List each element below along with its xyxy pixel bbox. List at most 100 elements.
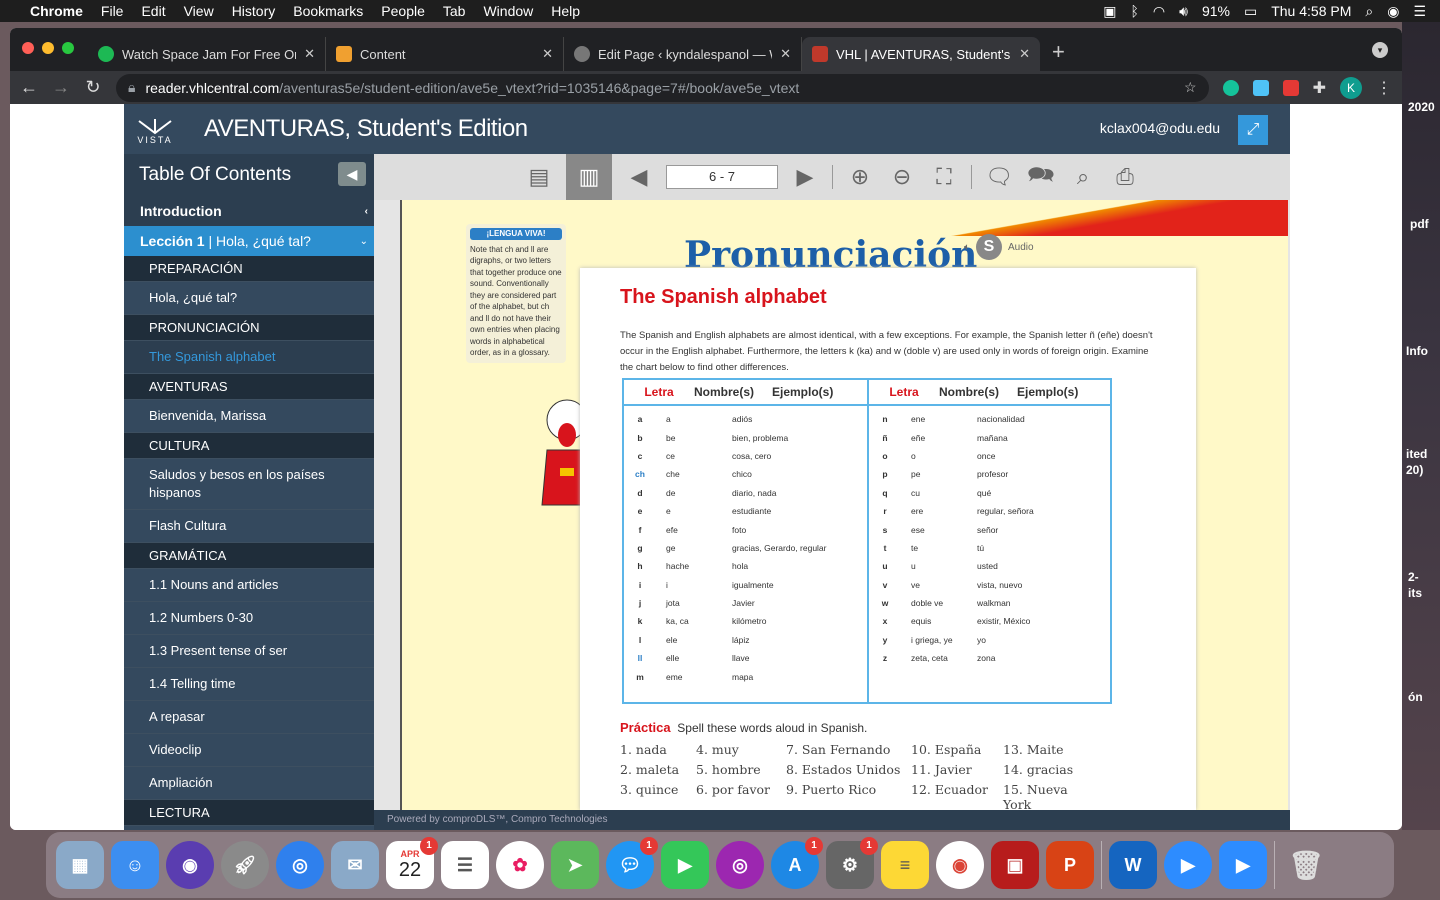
- preview-app-icon[interactable]: ▦: [56, 841, 104, 889]
- grammarly-icon[interactable]: [1222, 79, 1239, 96]
- zoom-window-button[interactable]: [62, 42, 74, 54]
- spotlight-icon[interactable]: ⌕: [1365, 3, 1373, 20]
- photo-booth-icon[interactable]: ▣: [991, 841, 1039, 889]
- prev-page-icon[interactable]: ◀: [624, 164, 654, 190]
- toc-item[interactable]: Teléfonos importantes y direcciones elec…: [124, 826, 374, 830]
- finder-icon[interactable]: ☺: [111, 841, 159, 889]
- bookmark-star-icon[interactable]: ☆: [1184, 79, 1197, 96]
- minimize-window-button[interactable]: [42, 42, 54, 54]
- close-tab-icon[interactable]: ✕: [542, 46, 553, 62]
- fit-page-icon[interactable]: ⛶: [929, 164, 959, 190]
- close-tab-icon[interactable]: ✕: [1019, 46, 1030, 62]
- tab-edit-page[interactable]: Edit Page ‹ kyndalespanol — W ✕: [564, 37, 802, 71]
- notes-list-icon[interactable]: 🗪︎: [1026, 158, 1056, 196]
- facetime-icon[interactable]: ▶: [661, 841, 709, 889]
- trash-icon[interactable]: 🗑︎: [1282, 841, 1330, 889]
- audio-button[interactable]: 🔈︎ S Audio: [964, 234, 1034, 260]
- zoom-in-icon[interactable]: ⊕: [845, 164, 875, 190]
- toc-item[interactable]: 1.4 Telling time: [124, 668, 374, 701]
- profile-avatar[interactable]: K: [1340, 76, 1362, 99]
- tab-vhl[interactable]: VHL | AVENTURAS, Student's E ✕: [802, 37, 1040, 71]
- menu-file[interactable]: File: [101, 3, 124, 19]
- zoom-meeting-icon[interactable]: ▶: [1219, 841, 1267, 889]
- toc-item[interactable]: 1.1 Nouns and articles: [124, 569, 374, 602]
- collapse-toc-icon[interactable]: ◀: [338, 162, 366, 186]
- menu-help[interactable]: Help: [551, 3, 580, 19]
- page-input[interactable]: 6 - 7: [666, 165, 778, 189]
- podcasts-icon[interactable]: ◎: [716, 841, 764, 889]
- menu-view[interactable]: View: [184, 3, 214, 19]
- chrome-icon[interactable]: ◉: [936, 841, 984, 889]
- close-tab-icon[interactable]: ✕: [780, 46, 791, 62]
- more-menu-icon[interactable]: ⋮: [1376, 78, 1392, 98]
- battery-percent[interactable]: 91%: [1202, 3, 1230, 19]
- bluetooth-icon[interactable]: ᛒ: [1131, 3, 1139, 19]
- siri-app-icon[interactable]: ◉: [166, 841, 214, 889]
- menu-edit[interactable]: Edit: [141, 3, 165, 19]
- powerpoint-icon[interactable]: P: [1046, 841, 1094, 889]
- toc-item[interactable]: The Spanish alphabet: [124, 341, 374, 374]
- reminders-icon[interactable]: ☰: [441, 841, 489, 889]
- user-email[interactable]: kclax004@odu.edu: [1100, 120, 1220, 136]
- toc-item[interactable]: 1.2 Numbers 0-30: [124, 602, 374, 635]
- siri-icon[interactable]: ◉: [1387, 3, 1399, 20]
- toc-item[interactable]: Videoclip: [124, 734, 374, 767]
- next-page-icon[interactable]: ▶: [790, 164, 820, 190]
- toc-lesson-1[interactable]: Lección 1 | Hola, ¿qué tal? ⌄: [124, 226, 374, 256]
- search-icon[interactable]: ⌕: [1068, 164, 1098, 190]
- forward-icon[interactable]: →: [52, 77, 70, 98]
- clock[interactable]: Thu 4:58 PM: [1271, 3, 1351, 19]
- wifi-icon[interactable]: ◠: [1153, 3, 1165, 20]
- back-icon[interactable]: ←: [20, 77, 38, 98]
- toc-item[interactable]: Ampliación: [124, 767, 374, 800]
- print-icon[interactable]: ⎙: [1110, 164, 1140, 190]
- tp-extension-icon[interactable]: [1282, 79, 1299, 96]
- toc-item[interactable]: 1.3 Present tense of ser: [124, 635, 374, 668]
- toc-item[interactable]: A repasar: [124, 701, 374, 734]
- toc-item[interactable]: Hola, ¿qué tal?: [124, 282, 374, 315]
- zoom-icon[interactable]: ▶: [1164, 841, 1212, 889]
- address-bar[interactable]: 🔒︎ reader.vhlcentral.com/aventuras5e/stu…: [116, 73, 1209, 102]
- close-tab-icon[interactable]: ✕: [304, 46, 315, 62]
- menu-history[interactable]: History: [232, 3, 276, 19]
- single-page-icon[interactable]: ▤: [524, 164, 554, 190]
- notes-icon[interactable]: ≡: [881, 841, 929, 889]
- calendar-icon[interactable]: APR 22 1: [386, 837, 438, 889]
- toc-item[interactable]: Bienvenida, Marissa: [124, 400, 374, 433]
- volume-icon[interactable]: 🔊︎: [1179, 3, 1188, 20]
- messages-icon[interactable]: 💬︎ 1: [606, 837, 658, 889]
- toc-item[interactable]: Saludos y besos en los países hispanos: [124, 459, 374, 510]
- menu-tab[interactable]: Tab: [443, 3, 466, 19]
- toc-item[interactable]: Flash Cultura: [124, 510, 374, 543]
- fullscreen-icon[interactable]: ⤢: [1238, 115, 1268, 145]
- tab-search-icon[interactable]: ▾: [1372, 42, 1388, 58]
- maps-icon[interactable]: ➤: [551, 841, 599, 889]
- tab-content[interactable]: Content ✕: [326, 37, 564, 71]
- safari-icon[interactable]: ◎: [276, 841, 324, 889]
- photos-icon[interactable]: ✿: [496, 841, 544, 889]
- screen-record-icon[interactable]: ▣: [1103, 3, 1116, 20]
- app-store-icon[interactable]: A1: [771, 837, 823, 889]
- close-window-button[interactable]: [22, 42, 34, 54]
- tab-space-jam[interactable]: Watch Space Jam For Free Onl ✕: [88, 37, 326, 71]
- two-page-icon[interactable]: ▥: [566, 154, 612, 200]
- control-center-icon[interactable]: ☰: [1413, 3, 1426, 20]
- note-icon[interactable]: 🗨︎: [984, 164, 1014, 190]
- puzzle-icon[interactable]: ✚: [1313, 78, 1326, 98]
- word-icon[interactable]: W: [1109, 841, 1157, 889]
- mail-stamp-icon[interactable]: ✉: [331, 841, 379, 889]
- system-preferences-icon[interactable]: ⚙ 1: [826, 837, 878, 889]
- toc-introduction[interactable]: Introduction ‹: [124, 196, 374, 226]
- zoom-out-icon[interactable]: ⊖: [887, 164, 917, 190]
- new-tab-button[interactable]: +: [1052, 39, 1065, 65]
- menu-bookmarks[interactable]: Bookmarks: [293, 3, 363, 19]
- speaker-icon[interactable]: 🔈︎: [964, 242, 970, 253]
- battery-icon[interactable]: ▭: [1244, 3, 1257, 20]
- menu-app-name[interactable]: Chrome: [30, 3, 83, 19]
- launchpad-icon[interactable]: 🚀︎: [221, 841, 269, 889]
- menu-people[interactable]: People: [381, 3, 425, 19]
- reload-icon[interactable]: ↻: [84, 77, 102, 98]
- extension-icon[interactable]: [1252, 79, 1269, 96]
- supersite-icon[interactable]: S: [976, 234, 1002, 260]
- menu-window[interactable]: Window: [483, 3, 533, 19]
